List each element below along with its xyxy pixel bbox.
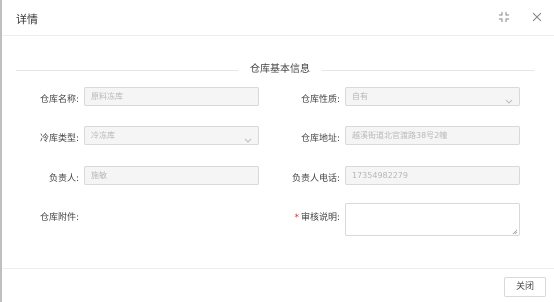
detail-dialog: 详情 仓库基本信息 仓库名称: 原料冻库 仓库性质: 自有 冷库类型: 冷冻库 — [0, 0, 554, 302]
resize-grip-icon[interactable] — [512, 228, 518, 235]
dialog-header: 详情 — [2, 0, 554, 36]
warehouse-nature-select[interactable]: 自有 — [345, 87, 520, 106]
close-button[interactable]: 关闭 — [504, 277, 546, 297]
chevron-down-icon — [244, 133, 252, 143]
cold-storage-type-label: 冷库类型: — [39, 134, 79, 144]
chevron-down-icon — [505, 94, 513, 104]
warehouse-address-input[interactable]: 越溪街道北官渡路38号2幢 — [345, 126, 520, 145]
close-icon[interactable] — [531, 11, 543, 23]
review-note-label: * 审核说明: — [272, 210, 340, 223]
manager-input[interactable]: 施敏 — [84, 166, 259, 185]
warehouse-address-label: 仓库地址: — [300, 134, 340, 144]
manager-label: 负责人: — [48, 174, 79, 184]
dialog-title: 详情 — [16, 13, 38, 26]
attachment-label: 仓库附件: — [39, 213, 79, 223]
warehouse-name-label: 仓库名称: — [39, 95, 79, 105]
dialog-footer: 关闭 — [2, 268, 554, 302]
section-divider-left — [16, 70, 238, 71]
review-note-textarea[interactable] — [345, 203, 520, 236]
manager-phone-label: 负责人电话: — [291, 174, 340, 184]
cold-storage-type-value: 冷冻库 — [91, 131, 115, 140]
manager-phone-input[interactable]: 17354982279 — [345, 166, 520, 185]
review-note-label-text: 审核说明: — [300, 213, 340, 223]
manager-phone-value: 17354982279 — [352, 171, 408, 180]
section-divider-right — [322, 70, 534, 71]
required-mark: * — [294, 213, 299, 223]
warehouse-name-value: 原料冻库 — [91, 92, 123, 101]
warehouse-nature-label: 仓库性质: — [300, 95, 340, 105]
manager-value: 施敏 — [91, 171, 107, 180]
warehouse-name-input[interactable]: 原料冻库 — [84, 87, 259, 106]
warehouse-address-value: 越溪街道北官渡路38号2幢 — [352, 131, 448, 140]
section-title: 仓库基本信息 — [238, 60, 322, 75]
cold-storage-type-select[interactable]: 冷冻库 — [84, 126, 259, 145]
fullscreen-icon[interactable] — [498, 11, 510, 23]
warehouse-nature-value: 自有 — [352, 92, 368, 101]
